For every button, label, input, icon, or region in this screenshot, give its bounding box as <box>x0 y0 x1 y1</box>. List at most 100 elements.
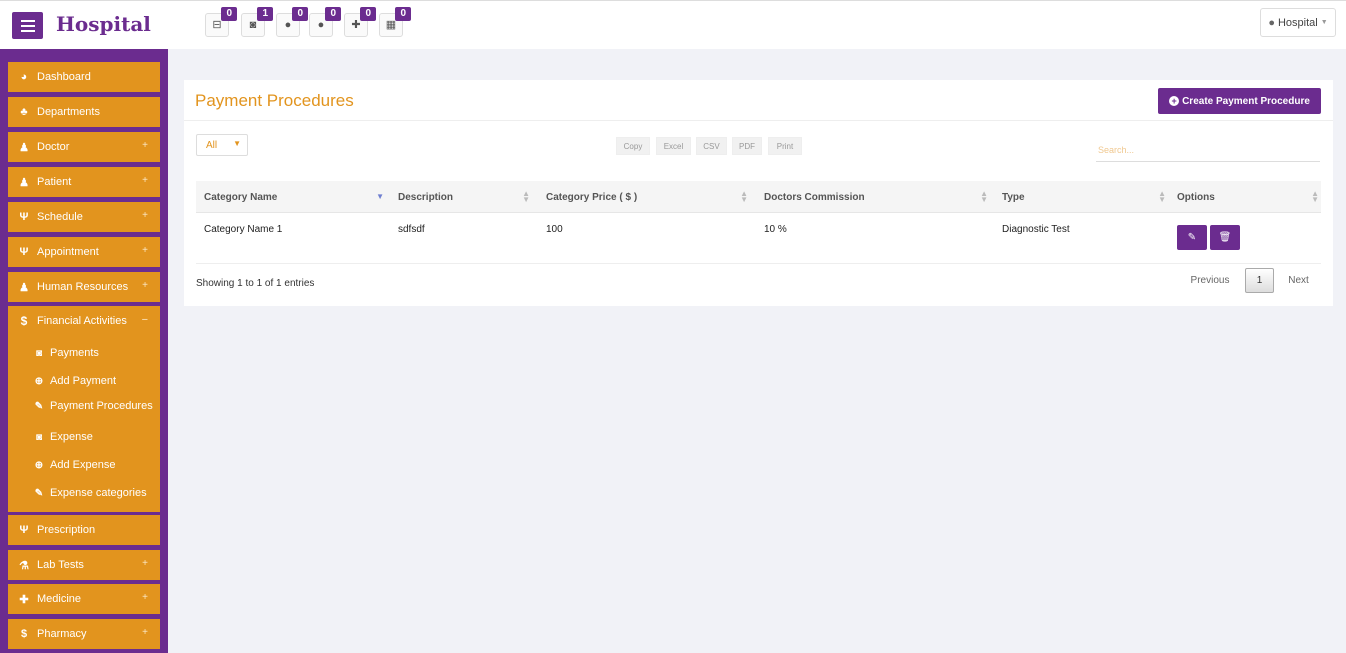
edit-icon: ✎ <box>34 400 44 412</box>
notification-badge: 1 <box>257 7 273 21</box>
sidebar-item-label: Financial Activities <box>37 315 127 327</box>
users-icon: ♟ <box>19 281 29 294</box>
print-button[interactable]: Print <box>768 137 802 155</box>
column-label: Options <box>1177 191 1215 203</box>
sidebar-subitem-payment-procedures[interactable]: ✎ Payment Procedures <box>33 400 153 412</box>
expand-plus-icon: + <box>142 627 148 638</box>
sidebar-item-doctor[interactable]: ♟ Doctor + <box>8 132 160 162</box>
column-header-doctors-commission[interactable]: Doctors Commission ▲ ▼ <box>764 181 994 213</box>
sort-icon: ▲ ▼ <box>1158 189 1166 204</box>
user-md-icon: ● <box>317 18 325 31</box>
column-label: Description <box>398 191 454 203</box>
column-label: Type <box>1002 191 1025 203</box>
edit-icon: ✎ <box>34 487 44 499</box>
sidebar-item-label: Prescription <box>37 524 96 536</box>
page-length-select[interactable]: All ▼ <box>196 134 248 156</box>
users-icon: ♟ <box>19 141 29 154</box>
hamburger-menu-button[interactable] <box>12 12 43 39</box>
cell-type: Diagnostic Test <box>1002 224 1070 235</box>
sort-desc-icon: ▼ <box>376 192 384 201</box>
bed-notification-button[interactable]: ⊟ 0 <box>205 7 237 37</box>
dollar-icon: $ <box>20 314 28 328</box>
sidebar-item-financial-activities[interactable]: $ Financial Activities − <box>8 306 160 336</box>
search-input[interactable] <box>1096 138 1320 162</box>
cell-category-name: Category Name 1 <box>204 224 283 235</box>
delete-button[interactable]: 🗑 <box>1210 225 1240 250</box>
sidebar-subitem-payments[interactable]: ◙ Payments <box>33 347 99 359</box>
medicine-notification-button[interactable]: ✚ 0 <box>344 7 376 37</box>
sidebar-subitem-add-expense[interactable]: ⊕ Add Expense <box>33 459 116 471</box>
trash-icon: 🗑 <box>1218 232 1232 243</box>
pagination-previous[interactable]: Previous <box>1180 268 1240 293</box>
sidebar-subitem-expense[interactable]: ◙ Expense <box>33 431 93 443</box>
medkit-icon: ✚ <box>351 18 361 31</box>
hospital-notification-button[interactable]: ▦ 0 <box>379 7 411 37</box>
sidebar: ◕ Dashboard ♣ Departments ♟ Doctor + ♟ P… <box>0 49 168 653</box>
column-header-category-name[interactable]: Category Name ▼ <box>204 181 390 213</box>
copy-button[interactable]: Copy <box>616 137 650 155</box>
sidebar-item-medicine[interactable]: ✚ Medicine + <box>8 584 160 614</box>
top-header: Hospital ⊟ 0 ◙ 1 ● 0 ● 0 ✚ 0 ▦ 0 ● Hospi… <box>0 0 1346 49</box>
create-payment-procedure-button[interactable]: + Create Payment Procedure <box>1158 88 1321 114</box>
sidebar-item-label: Human Resources <box>37 281 129 293</box>
edit-icon: ✎ <box>1187 232 1197 243</box>
sidebar-item-lab-tests[interactable]: ⚗ Lab Tests + <box>8 550 160 580</box>
money-icon: ◙ <box>35 431 43 443</box>
sidebar-subitem-label: Payment Procedures <box>50 400 153 412</box>
sidebar-item-human-resources[interactable]: ♟ Human Resources + <box>8 272 160 302</box>
stethoscope-icon: Ψ <box>19 246 29 258</box>
edit-button[interactable]: ✎ <box>1177 225 1207 250</box>
chevron-down-icon: ▼ <box>233 139 241 148</box>
user-menu-label: Hospital <box>1277 16 1318 29</box>
notification-badge: 0 <box>221 7 237 21</box>
sidebar-item-schedule[interactable]: Ψ Schedule + <box>8 202 160 232</box>
sidebar-subitem-label: Expense <box>50 431 93 443</box>
pdf-button[interactable]: PDF <box>732 137 762 155</box>
sidebar-item-appointment[interactable]: Ψ Appointment + <box>8 237 160 267</box>
sidebar-subitem-expense-categories[interactable]: ✎ Expense categories <box>33 487 147 499</box>
hospital-icon: ▦ <box>385 18 397 31</box>
column-header-options[interactable]: Options ▲ ▼ <box>1177 181 1323 213</box>
plus-circle-icon: ⊕ <box>34 459 44 471</box>
sidebar-item-departments[interactable]: ♣ Departments <box>8 97 160 127</box>
sidebar-item-label: Dashboard <box>37 71 91 83</box>
sidebar-item-pharmacy[interactable]: $ Pharmacy + <box>8 619 160 649</box>
payment-procedures-panel: Payment Procedures + Create Payment Proc… <box>184 80 1333 306</box>
excel-button[interactable]: Excel <box>656 137 691 155</box>
plus-circle-icon: + <box>1169 96 1180 106</box>
csv-button[interactable]: CSV <box>696 137 727 155</box>
table-row: Category Name 1 sdfsdf 100 10 % Diagnost… <box>196 213 1321 264</box>
doctor-notification-button[interactable]: ● 0 <box>309 7 341 37</box>
dollar-icon: $ <box>20 628 28 640</box>
column-header-category-price[interactable]: Category Price ( $ ) ▲ ▼ <box>546 181 754 213</box>
sidebar-item-label: Pharmacy <box>37 628 87 640</box>
sidebar-item-dashboard[interactable]: ◕ Dashboard <box>8 62 160 92</box>
cell-price: 100 <box>546 224 563 235</box>
brand-logo[interactable]: Hospital <box>56 12 151 36</box>
stethoscope-icon: Ψ <box>19 211 29 223</box>
sort-icon: ▲ ▼ <box>522 189 530 204</box>
sidebar-item-label: Patient <box>37 176 72 188</box>
sidebar-subitem-add-payment[interactable]: ⊕ Add Payment <box>33 375 116 387</box>
expand-plus-icon: + <box>142 558 148 569</box>
column-header-description[interactable]: Description ▲ ▼ <box>398 181 536 213</box>
table-header: Category Name ▼ Description ▲ ▼ Category … <box>196 181 1321 213</box>
pagination-next[interactable]: Next <box>1281 268 1316 293</box>
user-menu-dropdown[interactable]: ● Hospital ▼ <box>1260 8 1336 37</box>
cell-description: sdfsdf <box>398 224 425 235</box>
sidebar-item-label: Schedule <box>37 211 83 223</box>
cell-commission: 10 % <box>764 224 787 235</box>
plus-circle-icon: ⊕ <box>34 375 44 387</box>
patient-notification-button[interactable]: ● 0 <box>276 7 308 37</box>
sidebar-item-patient[interactable]: ♟ Patient + <box>8 167 160 197</box>
column-header-type[interactable]: Type ▲ ▼ <box>1002 181 1172 213</box>
table-info: Showing 1 to 1 of 1 entries <box>196 278 315 289</box>
create-button-label: Create Payment Procedure <box>1182 95 1310 107</box>
expand-plus-icon: + <box>142 245 148 256</box>
sort-icon: ▲ ▼ <box>1311 189 1319 204</box>
pagination-page-1[interactable]: 1 <box>1245 268 1274 293</box>
payment-notification-button[interactable]: ◙ 1 <box>241 7 273 37</box>
sidebar-subitem-label: Expense categories <box>50 487 147 499</box>
sidebar-item-prescription[interactable]: Ψ Prescription <box>8 515 160 545</box>
sidebar-item-label: Lab Tests <box>37 559 84 571</box>
